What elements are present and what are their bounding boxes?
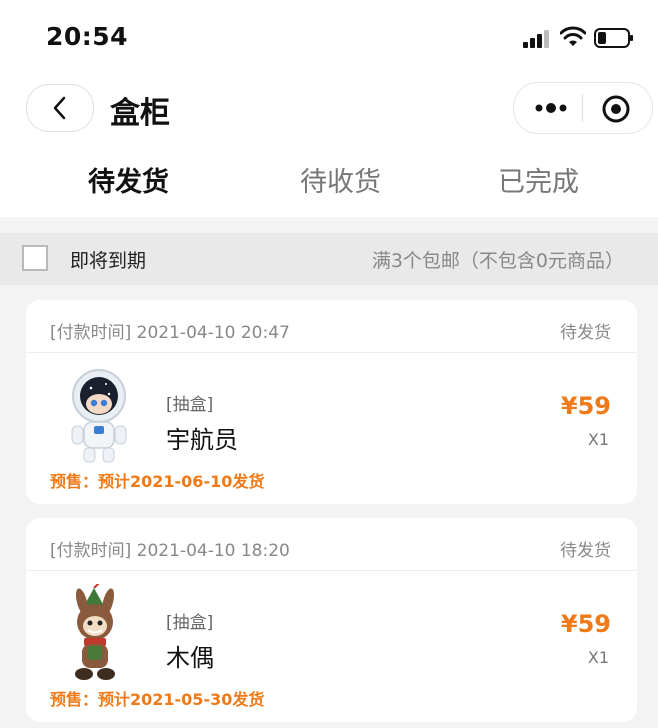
- product-name: 宇航员: [166, 426, 238, 454]
- product-tag: [抽盒]: [166, 613, 214, 633]
- order-status: 待发货: [560, 541, 611, 561]
- record-target-icon[interactable]: [602, 95, 630, 123]
- expiring-checkbox[interactable]: [22, 245, 48, 271]
- product-tag: [抽盒]: [166, 395, 214, 415]
- top-section: 20:54 盒柜 待发货 待收货 已完成: [0, 0, 658, 217]
- presale-note: 预售：预计2021-06-10发货: [50, 472, 265, 491]
- chevron-left-icon: [53, 96, 66, 120]
- payment-time: [付款时间] 2021-04-10 18:20: [50, 541, 290, 561]
- puppet-figure-image: [75, 584, 115, 680]
- product-quantity: X1: [587, 648, 609, 667]
- mini-program-capsule: [513, 82, 653, 134]
- tab-completed[interactable]: 已完成: [498, 160, 579, 199]
- tab-pending-shipment[interactable]: 待发货: [88, 160, 169, 199]
- expiring-label: 即将到期: [70, 250, 147, 272]
- product-quantity: X1: [587, 430, 609, 449]
- order-status: 待发货: [560, 323, 611, 343]
- order-card[interactable]: [付款时间] 2021-04-10 18:20 待发货 [抽盒] 木偶 ¥59 …: [26, 518, 637, 722]
- back-button[interactable]: [26, 84, 94, 132]
- tab-pending-receipt[interactable]: 待收货: [300, 160, 381, 199]
- battery-icon: [594, 28, 633, 48]
- product-price: ¥59: [560, 610, 611, 638]
- more-dots-icon[interactable]: [534, 96, 568, 120]
- presale-note: 预售：预计2021-05-30发货: [50, 690, 265, 709]
- card-divider: [26, 570, 637, 571]
- card-divider: [26, 352, 637, 353]
- filter-bar: 即将到期 满3个包邮（不包含0元商品）: [0, 233, 658, 285]
- free-shipping-note: 满3个包邮（不包含0元商品）: [371, 250, 624, 272]
- page-title: 盒柜: [110, 96, 170, 131]
- cellular-signal-icon: [523, 30, 549, 48]
- order-card[interactable]: [付款时间] 2021-04-10 20:47 待发货 [抽盒] 宇航员 ¥59…: [26, 300, 637, 504]
- product-name: 木偶: [166, 644, 214, 672]
- wifi-icon: [560, 26, 586, 46]
- capsule-divider: [582, 94, 583, 122]
- astronaut-figure-image: [71, 369, 127, 463]
- product-price: ¥59: [560, 392, 611, 420]
- status-time: 20:54: [46, 22, 129, 51]
- payment-time: [付款时间] 2021-04-10 20:47: [50, 323, 290, 343]
